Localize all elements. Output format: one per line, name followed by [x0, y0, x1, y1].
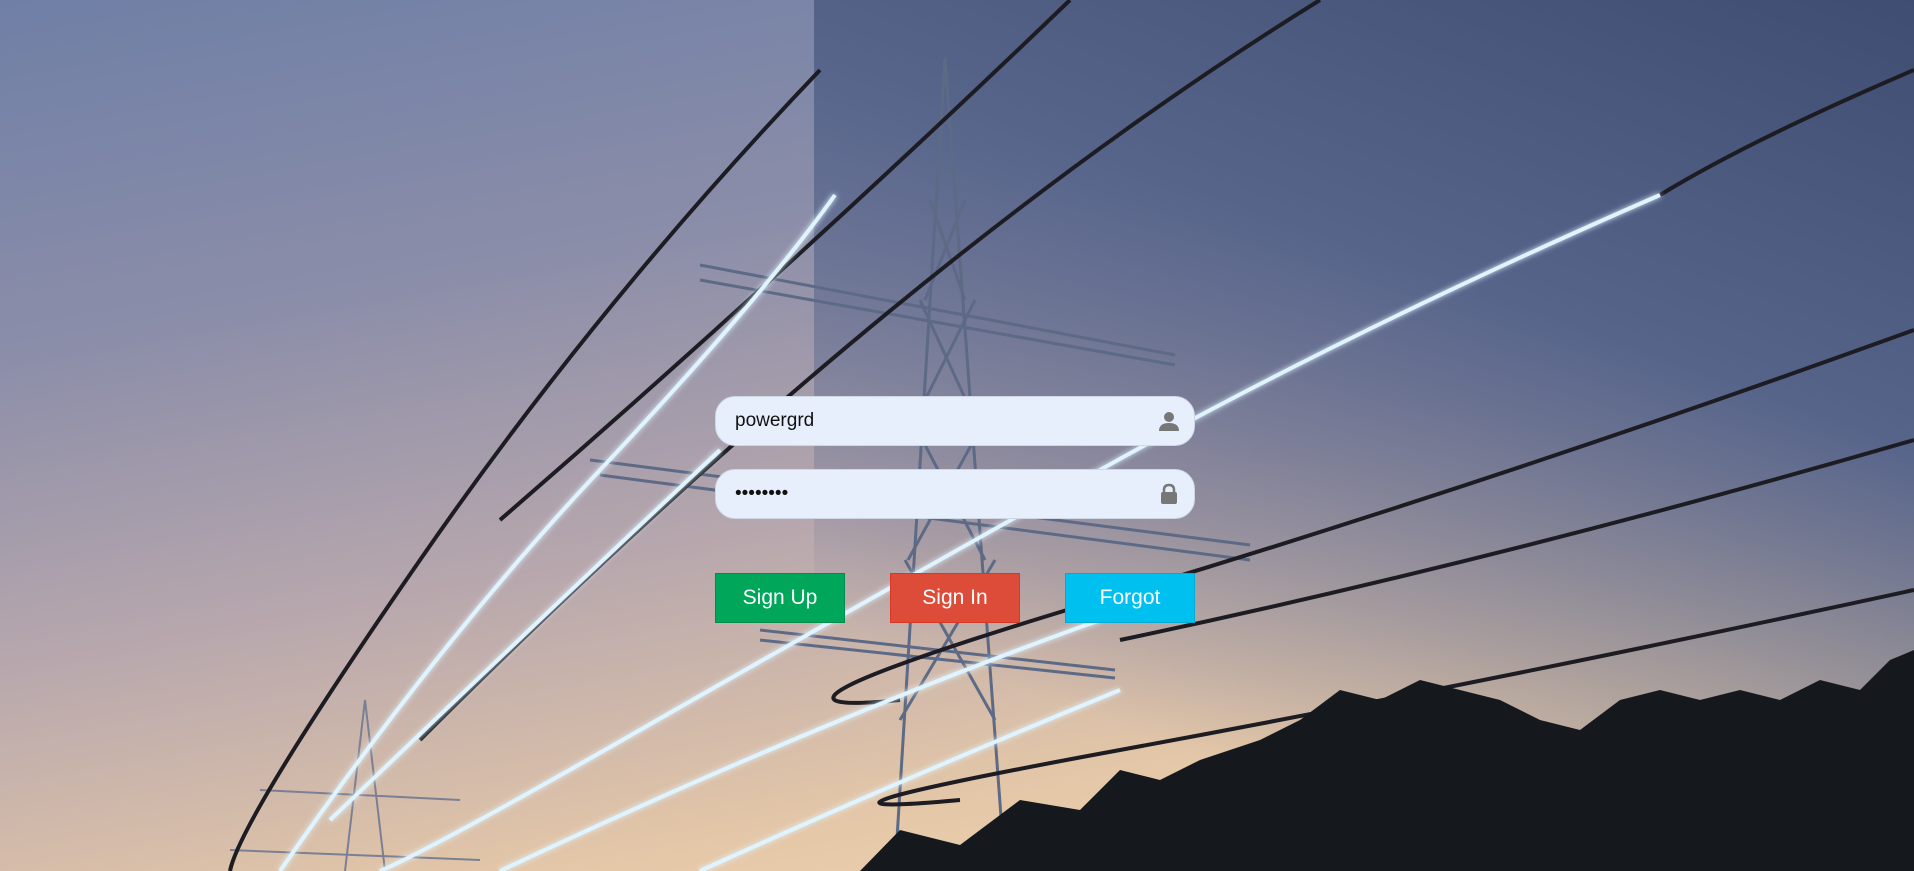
- button-row: Sign Up Sign In Forgot: [715, 573, 1195, 623]
- forgot-button[interactable]: Forgot: [1065, 573, 1195, 623]
- user-icon: [1157, 409, 1181, 433]
- sign-up-button[interactable]: Sign Up: [715, 573, 845, 623]
- password-field-wrapper: [715, 469, 1195, 519]
- lock-icon: [1157, 482, 1181, 506]
- sign-in-button[interactable]: Sign In: [890, 573, 1020, 623]
- login-form: Sign Up Sign In Forgot: [715, 396, 1195, 623]
- username-input[interactable]: [715, 396, 1195, 446]
- tree-silhouette: [860, 650, 1914, 871]
- far-tower: [229, 699, 481, 871]
- username-field-wrapper: [715, 396, 1195, 446]
- password-input[interactable]: [715, 469, 1195, 519]
